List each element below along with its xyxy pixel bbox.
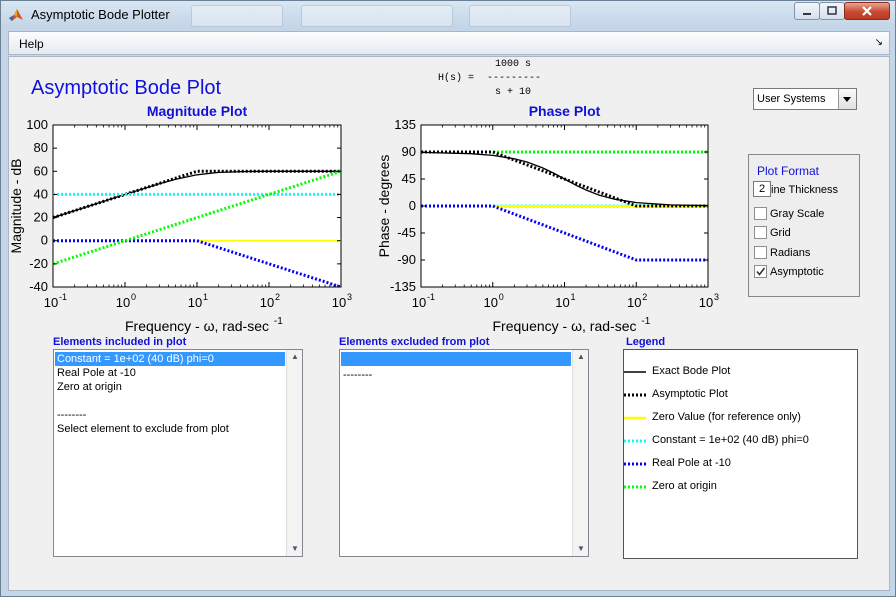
list-item[interactable] — [55, 394, 285, 408]
x-tick-label: 10 — [412, 295, 426, 310]
list-item[interactable]: Real Pole at -10 — [55, 366, 285, 380]
legend-entry: Exact Bode Plot — [652, 365, 731, 377]
x-tick-exponent: -1 — [59, 292, 67, 302]
plot-format-panel: Plot Format 2 ine Thickness Gray Scale G… — [748, 154, 860, 297]
legend-title: Legend — [624, 336, 668, 348]
included-listbox[interactable]: Constant = 1e+02 (40 dB) phi=0 Real Pole… — [53, 349, 303, 557]
scroll-up-icon[interactable]: ▲ — [287, 350, 303, 364]
y-tick-label: -90 — [397, 252, 416, 267]
scroll-down-icon[interactable]: ▼ — [287, 542, 303, 556]
x-tick-exponent: 0 — [499, 292, 504, 302]
line-thickness-input[interactable]: 2 — [753, 181, 771, 197]
list-item[interactable] — [341, 352, 571, 366]
chart-1: Phase Plot-135-90-450459013510 -1 10 0 10 1 10… — [376, 103, 719, 334]
x-tick-exponent: -1 — [427, 292, 435, 302]
x-tick-exponent: 0 — [131, 292, 136, 302]
grid-label: Grid — [770, 227, 791, 239]
x-tick-exponent: 2 — [642, 292, 647, 302]
gray-scale-checkbox[interactable] — [754, 207, 767, 220]
line-thickness-label: ine Thickness — [771, 184, 839, 196]
x-tick-label: 10 — [188, 295, 202, 310]
asymptotic-checkbox[interactable] — [754, 265, 767, 278]
system-select-value: User Systems — [757, 93, 826, 105]
legend-entry: Zero at origin — [652, 480, 717, 492]
excluded-list-label: Elements excluded from plot — [339, 336, 490, 348]
x-tick-label: 10 — [555, 295, 569, 310]
y-axis-label: Phase - degrees — [376, 155, 392, 258]
dropdown-button[interactable] — [838, 89, 856, 109]
chart-title: Magnitude Plot — [147, 103, 248, 119]
y-tick-label: 0 — [409, 198, 416, 213]
excluded-scrollbar[interactable]: ▲ ▼ — [572, 350, 588, 556]
chevron-down-icon — [843, 97, 851, 102]
plot-area — [52, 124, 342, 288]
x-tick-exponent: 1 — [571, 292, 576, 302]
list-item[interactable]: Zero at origin — [55, 380, 285, 394]
y-tick-label: -40 — [29, 279, 48, 294]
legend-entry: Constant = 1e+02 (40 dB) phi=0 — [652, 434, 809, 446]
y-axis-label: Magnitude - dB — [8, 159, 24, 254]
x-tick-label: 10 — [699, 295, 713, 310]
x-axis-label-exponent: -1 — [641, 316, 650, 327]
y-tick-label: 20 — [34, 210, 48, 225]
check-icon — [756, 267, 766, 276]
x-axis-label: Frequency - ω, rad-sec — [125, 318, 269, 334]
y-tick-label: -45 — [397, 225, 416, 240]
y-tick-label: 60 — [34, 163, 48, 178]
excluded-listbox[interactable]: -------- ▲ ▼ — [339, 349, 589, 557]
list-item[interactable]: Constant = 1e+02 (40 dB) phi=0 — [55, 352, 285, 366]
x-tick-label: 10 — [116, 295, 130, 310]
scroll-up-icon[interactable]: ▲ — [573, 350, 589, 364]
x-tick-exponent: 3 — [714, 292, 719, 302]
legend-box — [623, 349, 858, 559]
y-tick-label: 100 — [26, 117, 48, 132]
x-axis-label: Frequency - ω, rad-sec — [493, 318, 637, 334]
y-tick-label: 45 — [402, 171, 416, 186]
x-tick-label: 10 — [332, 295, 346, 310]
chart-title: Phase Plot — [529, 103, 601, 119]
asymptotic-label: Asymptotic — [770, 266, 824, 278]
y-tick-label: 135 — [394, 117, 416, 132]
radians-checkbox[interactable] — [754, 246, 767, 259]
legend-entry: Zero Value (for reference only) — [652, 411, 801, 423]
x-tick-exponent: 3 — [347, 292, 352, 302]
included-scrollbar[interactable]: ▲ ▼ — [286, 350, 302, 556]
y-tick-label: -20 — [29, 256, 48, 271]
x-axis-label-exponent: -1 — [274, 316, 283, 327]
y-tick-label: 0 — [41, 233, 48, 248]
y-tick-label: -135 — [390, 279, 416, 294]
chart-0: Magnitude Plot-40-2002040608010010 -1 10 0 1… — [8, 103, 352, 334]
radians-label: Radians — [770, 247, 811, 259]
y-tick-label: 40 — [34, 186, 48, 201]
list-item[interactable]: -------- — [55, 408, 285, 422]
system-select[interactable]: User Systems — [753, 88, 857, 110]
legend-entry: Asymptotic Plot — [652, 388, 728, 400]
x-tick-label: 10 — [627, 295, 641, 310]
plot-format-title: Plot Format — [757, 164, 820, 178]
scroll-down-icon[interactable]: ▼ — [573, 542, 589, 556]
list-item[interactable]: -------- — [341, 368, 571, 382]
legend-swatches — [624, 371, 646, 489]
list-item[interactable]: Select element to exclude from plot — [55, 422, 285, 436]
x-tick-label: 10 — [484, 295, 498, 310]
grid-checkbox[interactable] — [754, 226, 767, 239]
x-tick-exponent: 2 — [275, 292, 280, 302]
x-tick-label: 10 — [44, 295, 58, 310]
gray-scale-label: Gray Scale — [770, 208, 825, 220]
x-tick-exponent: 1 — [203, 292, 208, 302]
y-tick-label: 80 — [34, 140, 48, 155]
legend-entry: Real Pole at -10 — [652, 457, 731, 469]
included-list-label: Elements included in plot — [53, 336, 187, 348]
x-tick-label: 10 — [260, 295, 274, 310]
y-tick-label: 90 — [402, 144, 416, 159]
